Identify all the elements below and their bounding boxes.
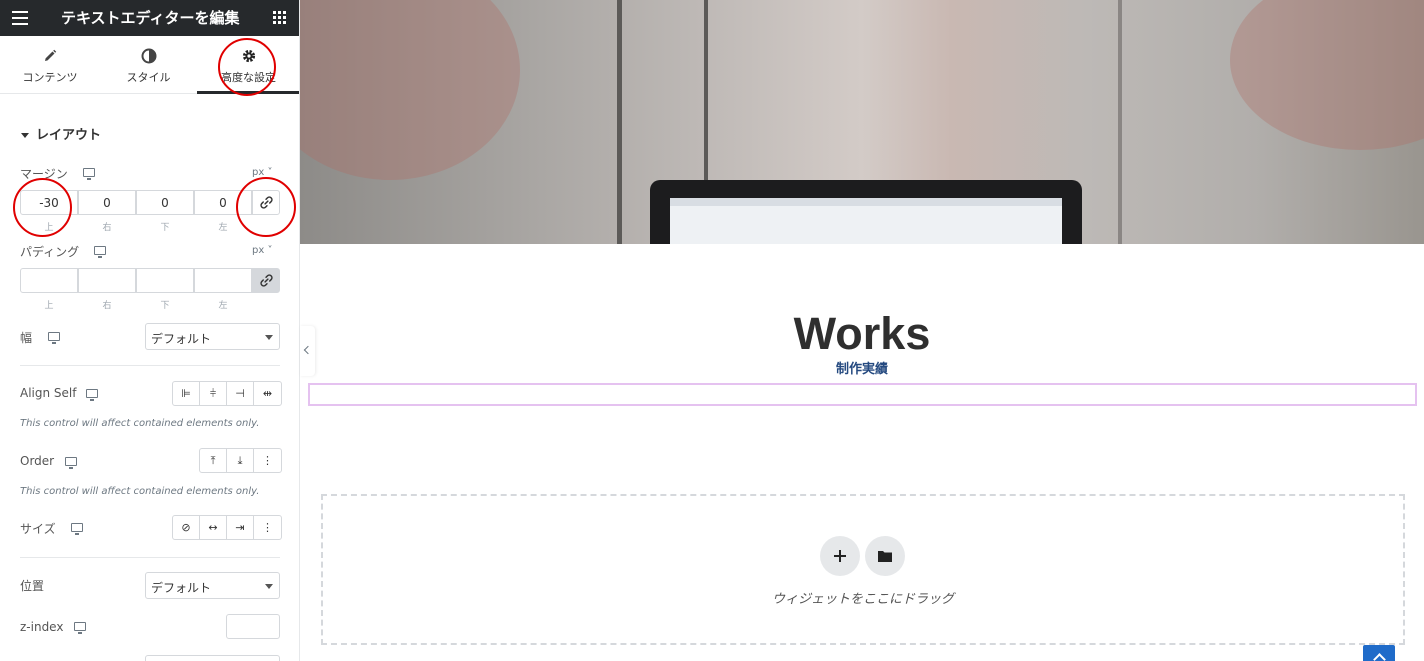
next-select[interactable] xyxy=(145,655,280,661)
layout-section-title: レイアウト xyxy=(36,128,102,143)
margin-right-label: 右 xyxy=(102,223,112,233)
order-label: Order xyxy=(20,454,55,468)
plus-icon xyxy=(834,550,846,562)
tab-style[interactable]: スタイル xyxy=(100,36,197,94)
dropzone-text: ウィジェットをここにドラッグ xyxy=(771,592,954,607)
window-frame xyxy=(617,0,622,244)
image-detail xyxy=(1230,0,1424,150)
padding-link-button[interactable] xyxy=(252,268,280,293)
desktop-icon[interactable] xyxy=(48,332,60,344)
contrast-icon xyxy=(141,48,156,64)
padding-right-input[interactable] xyxy=(78,268,136,293)
layout-section-toggle[interactable]: レイアウト xyxy=(21,124,101,143)
order-custom-icon[interactable]: ⋮ xyxy=(254,449,281,472)
hamburger-menu-icon[interactable] xyxy=(12,11,28,25)
margin-right-input[interactable]: 0 xyxy=(78,190,136,215)
panel-title: テキストエディターを編集 xyxy=(61,9,240,27)
tab-content[interactable]: コンテンツ xyxy=(0,36,100,94)
align-self-note: This control will affect contained eleme… xyxy=(20,418,260,429)
padding-top-input[interactable] xyxy=(20,268,78,293)
width-select-value: デフォルト xyxy=(151,332,212,346)
caret-down-icon xyxy=(21,133,29,138)
margin-bottom-label: 下 xyxy=(160,223,170,233)
padding-bottom-label: 下 xyxy=(160,301,170,311)
desktop-icon[interactable] xyxy=(94,246,106,258)
align-stretch-icon[interactable]: ⇹ xyxy=(254,382,281,405)
align-center-icon[interactable]: ⫩ xyxy=(200,382,227,405)
divider xyxy=(20,557,280,558)
align-self-label: Align Self xyxy=(20,386,77,400)
folder-icon xyxy=(878,551,892,562)
size-label: サイズ xyxy=(20,522,56,536)
padding-bottom-input[interactable] xyxy=(136,268,194,293)
desktop-icon[interactable] xyxy=(65,457,77,469)
works-subheading[interactable]: 制作実績 xyxy=(300,358,1424,377)
works-heading[interactable]: Works xyxy=(300,308,1424,360)
chevron-down-icon xyxy=(265,584,273,589)
selected-text-editor-widget[interactable] xyxy=(308,383,1417,406)
apps-grid-icon[interactable] xyxy=(273,11,286,24)
padding-left-input[interactable] xyxy=(194,268,252,293)
padding-left-label: 左 xyxy=(218,301,228,311)
position-select[interactable]: デフォルト xyxy=(145,572,280,599)
position-select-value: デフォルト xyxy=(151,581,212,595)
highlight-circle xyxy=(236,177,296,237)
size-shrink-icon[interactable]: ⇥ xyxy=(227,516,254,539)
order-note: This control will affect contained eleme… xyxy=(20,486,260,497)
tab-content-label: コンテンツ xyxy=(22,71,78,84)
padding-inputs xyxy=(20,268,280,293)
padding-top-label: 上 xyxy=(44,301,54,311)
desktop-icon[interactable] xyxy=(71,523,83,535)
z-index-input[interactable] xyxy=(226,614,280,639)
widget-dropzone[interactable] xyxy=(321,494,1405,645)
width-label: 幅 xyxy=(20,331,33,345)
padding-right-label: 右 xyxy=(102,301,112,311)
z-index-label: z-index xyxy=(20,620,64,634)
highlight-circle xyxy=(218,38,276,96)
pencil-icon xyxy=(45,49,57,61)
padding-side-labels: 上 右 下 左 xyxy=(20,298,252,311)
align-self-buttons: ⊫ ⫩ ⊣ ⇹ xyxy=(172,381,282,406)
align-start-icon[interactable]: ⊫ xyxy=(173,382,200,405)
size-none-icon[interactable]: ⊘ xyxy=(173,516,200,539)
position-label: 位置 xyxy=(20,579,45,593)
size-grow-icon[interactable]: ↔ xyxy=(200,516,227,539)
padding-unit: px xyxy=(252,245,265,256)
image-detail xyxy=(300,0,520,180)
order-buttons: ⤒ ⤓ ⋮ xyxy=(199,448,282,473)
padding-label: パディング xyxy=(20,245,80,259)
desktop-icon[interactable] xyxy=(74,622,86,634)
scroll-top-button[interactable] xyxy=(1363,645,1395,661)
size-buttons: ⊘ ↔ ⇥ ⋮ xyxy=(172,515,282,540)
add-template-button[interactable] xyxy=(865,536,905,576)
panel-header: テキストエディターを編集 xyxy=(0,0,299,36)
desktop-icon[interactable] xyxy=(86,389,98,401)
laptop-image xyxy=(650,180,1082,244)
width-select[interactable]: デフォルト xyxy=(145,323,280,350)
highlight-circle xyxy=(13,178,72,237)
desktop-icon[interactable] xyxy=(83,168,95,180)
laptop-screen xyxy=(670,198,1062,244)
editor-panel: テキストエディターを編集 コンテンツ スタイル 高度な設定 レイアウト マージン… xyxy=(0,0,300,661)
padding-unit-select[interactable]: px ˅ xyxy=(252,245,272,256)
tab-style-label: スタイル xyxy=(126,71,171,84)
chevron-down-icon xyxy=(265,335,273,340)
add-section-button[interactable] xyxy=(820,536,860,576)
link-icon xyxy=(260,274,273,287)
divider xyxy=(20,365,280,366)
browser-bar xyxy=(670,198,1062,206)
size-custom-icon[interactable]: ⋮ xyxy=(254,516,281,539)
order-first-icon[interactable]: ⤒ xyxy=(200,449,227,472)
margin-bottom-input[interactable]: 0 xyxy=(136,190,194,215)
align-end-icon[interactable]: ⊣ xyxy=(227,382,254,405)
window-frame xyxy=(1118,0,1122,244)
order-last-icon[interactable]: ⤓ xyxy=(227,449,254,472)
hero-image xyxy=(300,0,1424,244)
